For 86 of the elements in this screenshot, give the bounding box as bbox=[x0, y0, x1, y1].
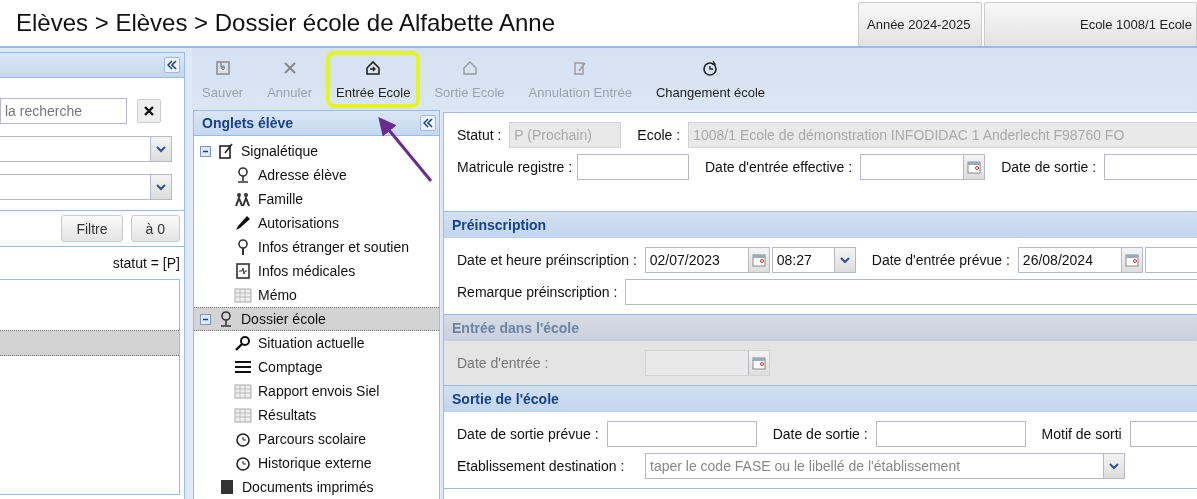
tree-item[interactable]: Documents imprimés bbox=[194, 475, 439, 499]
tree-item[interactable]: Rapport envois Siel bbox=[194, 379, 439, 403]
tree-item[interactable]: Parcours scolaire bbox=[194, 427, 439, 451]
clock-icon bbox=[701, 58, 720, 77]
table-icon bbox=[234, 286, 252, 304]
page-title: Elèves > Elèves > Dossier école de Alfabette Anne bbox=[16, 9, 556, 37]
caret-icon bbox=[155, 181, 167, 193]
collapse-button[interactable] bbox=[164, 57, 180, 73]
edit-icon bbox=[217, 142, 235, 160]
tree-item[interactable]: Famille bbox=[194, 187, 439, 211]
field-label: Date d'entrée : bbox=[457, 355, 550, 371]
people-icon bbox=[234, 190, 252, 208]
filter-button[interactable]: Filtre bbox=[61, 215, 123, 242]
input-field[interactable] bbox=[606, 421, 757, 447]
date-field[interactable]: 02/07/2023 bbox=[644, 247, 770, 273]
tree-item[interactable]: Résultats bbox=[194, 403, 439, 427]
dropdown-field[interactable] bbox=[0, 174, 172, 200]
double-chevron-icon bbox=[167, 60, 177, 70]
tree-item[interactable]: Adresse élève bbox=[194, 163, 439, 187]
tree-item[interactable]: Autorisations bbox=[194, 211, 439, 235]
field-label: Date et heure préinscription : bbox=[457, 252, 637, 268]
clear-button[interactable] bbox=[137, 99, 161, 123]
section-header: Préinscription bbox=[444, 212, 1197, 238]
field-label: Statut : bbox=[457, 127, 502, 143]
input-field[interactable] bbox=[625, 279, 1197, 305]
time-field[interactable]: 08:27 bbox=[771, 247, 856, 273]
field-label: Ecole : bbox=[637, 127, 681, 143]
pencil-icon bbox=[234, 214, 252, 232]
tree-item[interactable]: Dossier école bbox=[194, 307, 439, 331]
caret-icon bbox=[155, 143, 167, 155]
save-icon bbox=[213, 58, 232, 77]
double-chevron-icon bbox=[423, 118, 433, 128]
table-icon bbox=[234, 382, 252, 400]
field-label: Date de sortie : bbox=[772, 426, 868, 442]
tree-item[interactable]: Historique externe bbox=[194, 451, 439, 475]
toolbar-button[interactable]: Changement école bbox=[645, 50, 776, 108]
search-field[interactable]: la recherche bbox=[0, 98, 127, 124]
search-icon bbox=[234, 334, 252, 352]
tree-item[interactable]: Mémo bbox=[194, 283, 439, 307]
dropdown-field[interactable] bbox=[0, 136, 172, 162]
section-header: Entrée dans l'école bbox=[444, 315, 1197, 341]
collapse-icon bbox=[200, 313, 211, 325]
panel-title: Onglets élève bbox=[202, 115, 294, 131]
field-label: Etablissement destination : bbox=[457, 458, 626, 474]
reset-button[interactable]: à 0 bbox=[130, 215, 180, 242]
menu-icon bbox=[234, 358, 252, 376]
medical-icon bbox=[234, 262, 252, 280]
input-field[interactable] bbox=[1104, 154, 1197, 180]
date-field[interactable] bbox=[860, 154, 986, 180]
caret-icon bbox=[1108, 460, 1120, 472]
toolbar-button[interactable]: Entrée Ecole bbox=[326, 50, 421, 108]
input-field[interactable] bbox=[875, 421, 1026, 447]
close-icon bbox=[142, 104, 156, 118]
calendar-icon bbox=[750, 252, 767, 268]
annotation-arrow bbox=[378, 117, 433, 182]
year-button[interactable]: Année 2024-2025 bbox=[858, 2, 982, 46]
input-field[interactable] bbox=[577, 154, 689, 180]
section-header: Sortie de l'école bbox=[444, 386, 1197, 412]
filter-text: statut = [P] bbox=[111, 254, 181, 271]
tree-item[interactable]: Signalétique bbox=[194, 139, 439, 163]
field-label: Motif de sorti bbox=[1041, 426, 1122, 442]
tree-item[interactable]: Comptage bbox=[194, 355, 439, 379]
clock-icon bbox=[234, 454, 252, 472]
caret-icon bbox=[838, 254, 851, 266]
table-icon bbox=[234, 406, 252, 424]
field-label: Date d'entrée effective : bbox=[705, 159, 853, 175]
school-button[interactable]: Ecole 1008/1 Ecole bbox=[984, 2, 1197, 46]
house-icon bbox=[364, 58, 383, 77]
tree-item[interactable]: Situation actuelle bbox=[194, 331, 439, 355]
field-label: Date de sortie prévue : bbox=[457, 426, 599, 442]
document-icon bbox=[218, 478, 236, 496]
calendar-icon bbox=[966, 159, 983, 175]
combo-field[interactable]: taper le code FASE ou le libellé de l'établissement bbox=[645, 453, 1125, 479]
field-label: Remarque préinscription : bbox=[457, 284, 618, 300]
field-label: Date de sortie : bbox=[1001, 159, 1097, 175]
collapse-icon bbox=[200, 145, 211, 157]
collapse-button[interactable] bbox=[420, 115, 436, 131]
tree-item[interactable]: Infos médicales bbox=[194, 259, 439, 283]
field-label: Matricule registre : bbox=[457, 159, 569, 175]
result-row[interactable] bbox=[0, 330, 179, 356]
field-label: Date d'entrée prévue : bbox=[871, 252, 1010, 268]
date-field[interactable]: 26/08/2024 bbox=[1017, 247, 1143, 273]
tree-item[interactable]: Infos étranger et soutien bbox=[194, 235, 439, 259]
calendar-icon bbox=[751, 355, 767, 371]
calendar-icon bbox=[1123, 252, 1140, 268]
clock-icon bbox=[234, 430, 252, 448]
